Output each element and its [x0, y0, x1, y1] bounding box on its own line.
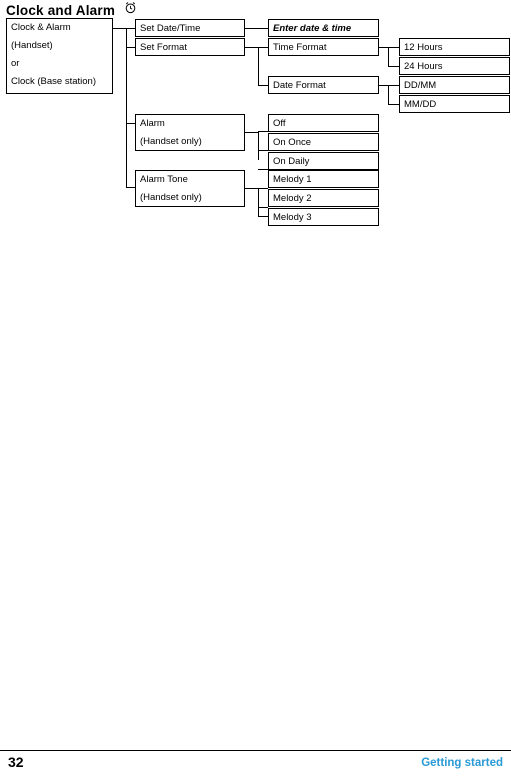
menu-tree-diagram: Clock & Alarm (Handset) or Clock (Base s…: [0, 0, 511, 260]
tree-node-line: (Handset): [11, 40, 53, 51]
tree-node-alarm: Alarm (Handset only): [135, 114, 245, 151]
tree-node-line: Set Format: [140, 42, 187, 53]
tree-connector: [388, 104, 399, 105]
tree-node-line: Alarm Tone: [140, 174, 188, 185]
tree-node-line: (Handset only): [140, 136, 202, 147]
tree-connector: [388, 47, 389, 66]
tree-node-dd-mm: DD/MM: [399, 76, 510, 94]
tree-node-set-format: Set Format: [135, 38, 245, 56]
tree-node-alarm-on-once: On Once: [268, 133, 379, 151]
tree-connector: [388, 47, 399, 48]
tree-connector: [258, 216, 268, 217]
tree-node-date-format: Date Format: [268, 76, 379, 94]
tree-connector: [388, 66, 399, 67]
tree-connector: [258, 131, 268, 132]
tree-node-line: Melody 2: [273, 193, 312, 204]
tree-connector: [258, 169, 268, 170]
tree-connector: [258, 188, 259, 217]
tree-node-12-hours: 12 Hours: [399, 38, 510, 56]
tree-node-line: DD/MM: [404, 80, 437, 91]
tree-connector: [245, 132, 258, 133]
footer-section-label: Getting started: [421, 757, 503, 769]
tree-node-line: 24 Hours: [404, 61, 443, 72]
tree-node-root: Clock & Alarm (Handset) or Clock (Base s…: [6, 18, 113, 94]
tree-node-line: or: [11, 58, 20, 69]
footer-divider: [0, 750, 511, 751]
tree-connector: [258, 150, 268, 151]
tree-connector: [258, 207, 268, 208]
tree-connector: [245, 188, 258, 189]
tree-connector: [388, 85, 399, 86]
tree-connector: [258, 47, 259, 86]
tree-connector: [388, 85, 389, 104]
tree-node-line: Melody 1: [273, 174, 312, 185]
tree-connector: [126, 28, 135, 29]
tree-connector: [245, 47, 258, 48]
tree-node-line: Clock (Base station): [11, 76, 97, 87]
tree-node-alarm-off: Off: [268, 114, 379, 132]
tree-connector: [258, 47, 268, 48]
page-number: 32: [8, 754, 24, 770]
tree-node-enter-date-time: Enter date & time: [268, 19, 379, 37]
tree-node-mm-dd: MM/DD: [399, 95, 510, 113]
tree-node-alarm-on-daily: On Daily: [268, 152, 379, 170]
tree-node-line: (Handset only): [140, 192, 202, 203]
tree-node-melody-1: Melody 1: [268, 170, 379, 188]
tree-node-line: Enter date & time: [273, 23, 352, 34]
tree-connector: [379, 47, 388, 48]
tree-connector: [258, 85, 268, 86]
tree-node-time-format: Time Format: [268, 38, 379, 56]
tree-node-line: On Once: [273, 137, 312, 148]
tree-node-melody-3: Melody 3: [268, 208, 379, 226]
tree-node-line: Date Format: [273, 80, 326, 91]
tree-connector: [245, 28, 268, 29]
tree-connector: [126, 28, 127, 187]
tree-node-line: Set Date/Time: [140, 23, 201, 34]
tree-node-line: Melody 3: [273, 212, 312, 223]
tree-node-line: Time Format: [273, 42, 327, 53]
tree-node-alarm-tone: Alarm Tone (Handset only): [135, 170, 245, 207]
tree-node-line: Off: [273, 118, 286, 129]
tree-node-line: MM/DD: [404, 99, 437, 110]
tree-node-line: On Daily: [273, 156, 310, 167]
tree-node-melody-2: Melody 2: [268, 189, 379, 207]
tree-node-24-hours: 24 Hours: [399, 57, 510, 75]
tree-node-line: 12 Hours: [404, 42, 443, 53]
tree-connector: [113, 28, 126, 29]
tree-node-line: Clock & Alarm: [11, 22, 71, 33]
tree-connector: [126, 47, 135, 48]
tree-connector: [258, 131, 259, 160]
tree-node-set-date-time: Set Date/Time: [135, 19, 245, 37]
tree-connector: [126, 123, 135, 124]
tree-node-line: Alarm: [140, 118, 165, 129]
tree-connector: [258, 188, 268, 189]
tree-connector: [379, 85, 388, 86]
tree-connector: [126, 187, 135, 188]
